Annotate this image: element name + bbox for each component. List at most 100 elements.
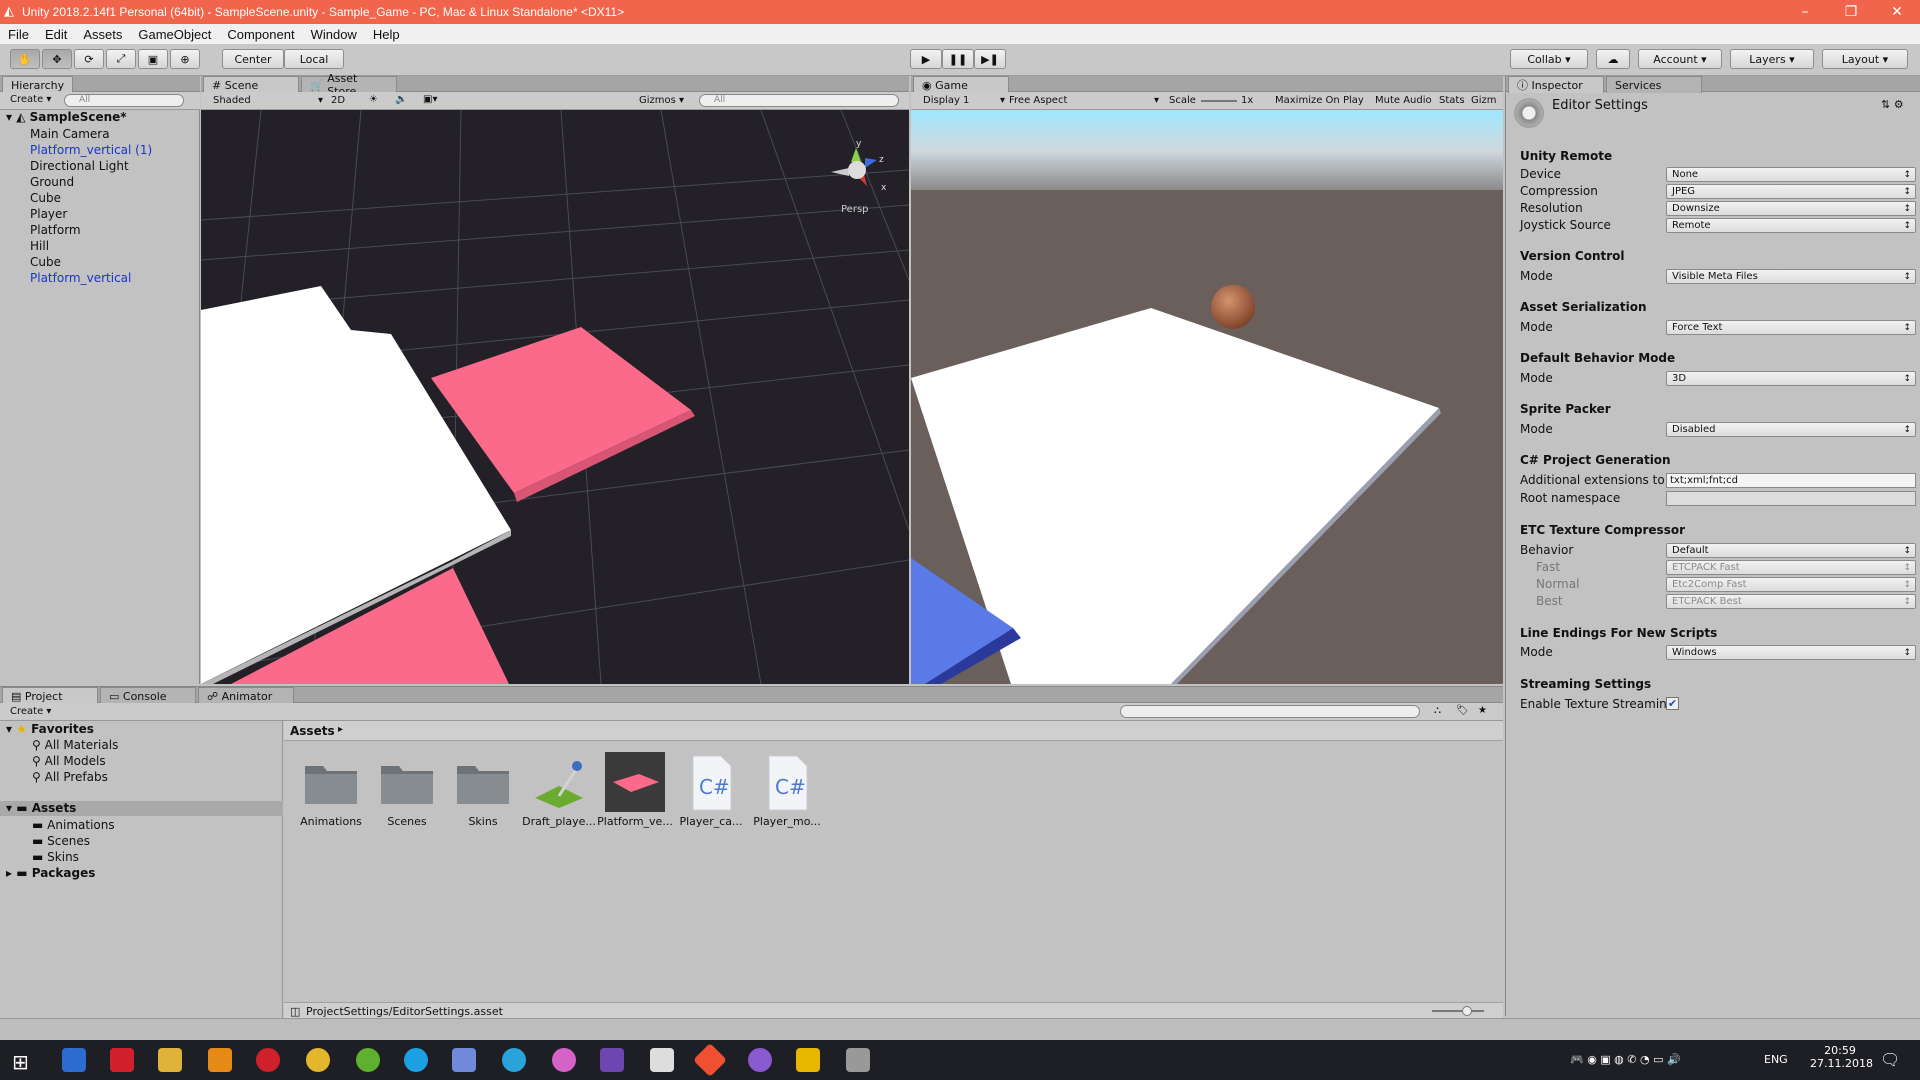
mute-audio-toggle[interactable]: Mute Audio xyxy=(1375,95,1432,106)
tab-hierarchy[interactable]: Hierarchy xyxy=(2,76,74,93)
shading-dropdown[interactable]: Shaded ▾ xyxy=(213,95,323,106)
play-button[interactable]: ▶ xyxy=(910,49,942,69)
hierarchy-create-dropdown[interactable]: Create ▾ xyxy=(10,94,51,105)
rotate-tool-button[interactable]: ⟳ xyxy=(74,49,104,69)
filter-by-label-icon[interactable]: 🏷 xyxy=(1456,705,1469,716)
project-create-dropdown[interactable]: Create ▾ xyxy=(10,706,51,717)
compression-dropdown[interactable]: JPEG xyxy=(1666,184,1916,199)
aspect-dropdown[interactable]: Free Aspect ▾ xyxy=(1009,95,1159,106)
windows-start-icon[interactable]: ⊞ xyxy=(12,1050,29,1074)
hierarchy-item[interactable]: Cube xyxy=(30,255,61,269)
display-dropdown[interactable]: Display 1 ▾ xyxy=(923,95,1005,106)
resolution-dropdown[interactable]: Downsize xyxy=(1666,201,1916,216)
joystick-dropdown[interactable]: Remote xyxy=(1666,218,1916,233)
step-button[interactable]: ▶❚ xyxy=(974,49,1006,69)
light-toggle-icon[interactable]: ☀ xyxy=(369,94,378,105)
assets-node[interactable]: ▾ ▬ Assets xyxy=(6,801,76,815)
scene-search-input[interactable]: All xyxy=(699,94,899,107)
vc-mode-dropdown[interactable]: Visible Meta Files xyxy=(1666,269,1916,284)
maximize-button[interactable]: ❐ xyxy=(1828,0,1874,24)
close-button[interactable]: ✕ xyxy=(1874,0,1920,24)
hierarchy-item[interactable]: Platform_vertical (1) xyxy=(30,143,152,157)
system-tray-icons[interactable]: 🎮 ◉ ▣ ◍ ✆ ◔ ▭ 🔊 xyxy=(1570,1053,1681,1066)
asset-item[interactable]: Platform_ve... xyxy=(597,752,673,828)
menu-file[interactable]: File xyxy=(0,27,37,42)
skype-icon[interactable] xyxy=(404,1048,428,1072)
stats-toggle[interactable]: Stats xyxy=(1439,95,1465,106)
opera-icon[interactable] xyxy=(256,1048,280,1072)
fav-item[interactable]: ⚲ All Models xyxy=(32,754,106,768)
favorites-node[interactable]: ▾ ★ Favorites xyxy=(6,722,94,736)
sublime-icon[interactable] xyxy=(208,1048,232,1072)
maximize-on-play-toggle[interactable]: Maximize On Play xyxy=(1275,95,1364,106)
tab-console[interactable]: ▭ Console xyxy=(100,687,196,704)
scale-slider[interactable] xyxy=(1201,100,1237,102)
asset-item[interactable]: Skins xyxy=(445,752,521,828)
tab-scene[interactable]: # Scene xyxy=(203,76,299,93)
breadcrumb-assets[interactable]: Assets xyxy=(290,724,335,738)
fav-item[interactable]: ⚲ All Prefabs xyxy=(32,770,108,784)
behavior-dropdown[interactable]: Default xyxy=(1666,543,1916,558)
hierarchy-search-input[interactable]: All xyxy=(64,94,184,107)
hierarchy-item[interactable]: Hill xyxy=(30,239,49,253)
transform-tool-button[interactable]: ⊕ xyxy=(170,49,200,69)
rect-tool-button[interactable]: ▣ xyxy=(138,49,168,69)
hierarchy-item[interactable]: Main Camera xyxy=(30,127,110,141)
pivot-local-button[interactable]: Local xyxy=(284,49,344,69)
icon-size-slider-thumb[interactable] xyxy=(1462,1006,1472,1016)
hierarchy-item[interactable]: Ground xyxy=(30,175,74,189)
hierarchy-item[interactable]: Platform_vertical xyxy=(30,271,131,285)
git-icon[interactable] xyxy=(693,1043,727,1077)
app-icon[interactable] xyxy=(846,1048,870,1072)
device-dropdown[interactable]: None xyxy=(1666,167,1916,182)
menu-gameobject[interactable]: GameObject xyxy=(130,27,219,42)
app-icon[interactable] xyxy=(748,1048,772,1072)
tab-animator[interactable]: ☍ Animator xyxy=(198,687,294,704)
file-explorer-icon[interactable] xyxy=(158,1048,182,1072)
asset-folder-item[interactable]: ▬ Scenes xyxy=(32,834,90,848)
visual-studio-icon[interactable] xyxy=(600,1048,624,1072)
layers-button[interactable]: Layers ▾ xyxy=(1730,49,1814,69)
scene-viewport[interactable]: y z x Persp xyxy=(201,110,909,684)
asset-item[interactable]: Draft_playe... xyxy=(521,752,597,828)
clock[interactable]: 20:59 27.11.2018 xyxy=(1810,1044,1873,1070)
tab-inspector[interactable]: ⓘ Inspector xyxy=(1508,76,1604,93)
packages-node[interactable]: ▸ ▬ Packages xyxy=(6,866,95,880)
icon-size-slider[interactable] xyxy=(1432,1010,1484,1012)
account-button[interactable]: Account ▾ xyxy=(1638,49,1722,69)
tab-services[interactable]: Services xyxy=(1606,76,1702,93)
hierarchy-item[interactable]: Cube xyxy=(30,191,61,205)
utorrent-icon[interactable] xyxy=(356,1048,380,1072)
pivot-center-button[interactable]: Center xyxy=(222,49,284,69)
asset-item[interactable]: C# Player_ca... xyxy=(673,752,749,828)
pause-button[interactable]: ❚❚ xyxy=(942,49,974,69)
sp-mode-dropdown[interactable]: Disabled xyxy=(1666,422,1916,437)
layout-button[interactable]: Layout ▾ xyxy=(1822,49,1908,69)
tab-game[interactable]: ◉ Game xyxy=(913,76,1009,93)
mode-2d-toggle[interactable]: 2D xyxy=(331,95,345,106)
audio-toggle-icon[interactable]: 🔈 xyxy=(395,94,407,105)
le-mode-dropdown[interactable]: Windows xyxy=(1666,645,1916,660)
db-mode-dropdown[interactable]: 3D xyxy=(1666,371,1916,386)
scale-tool-button[interactable]: ⤢ xyxy=(106,49,136,69)
root-namespace-input[interactable] xyxy=(1666,491,1916,506)
game-viewport[interactable] xyxy=(911,110,1503,684)
favorite-star-icon[interactable]: ★ xyxy=(1478,705,1487,716)
game-gizmos-toggle[interactable]: Gizm xyxy=(1471,95,1497,106)
collab-button[interactable]: Collab ▾ xyxy=(1510,49,1588,69)
itunes-icon[interactable] xyxy=(552,1048,576,1072)
tab-project[interactable]: ▤ Project xyxy=(2,687,98,704)
minimize-button[interactable]: – xyxy=(1782,0,1828,24)
hand-tool-button[interactable]: ✋ xyxy=(10,49,40,69)
inspector-options-icon[interactable]: ⇅ ⚙ xyxy=(1881,98,1904,111)
effects-toggle-icon[interactable]: ▣▾ xyxy=(423,94,437,105)
asset-item[interactable]: Animations xyxy=(293,752,369,828)
additional-extensions-input[interactable]: txt;xml;fnt;cd xyxy=(1666,473,1916,488)
texture-streaming-checkbox[interactable]: ✔ xyxy=(1666,697,1679,710)
menu-component[interactable]: Component xyxy=(219,27,302,42)
language-indicator[interactable]: ENG xyxy=(1764,1053,1788,1066)
gizmos-dropdown[interactable]: Gizmos ▾ xyxy=(639,95,684,106)
menu-help[interactable]: Help xyxy=(365,27,408,42)
hierarchy-item[interactable]: Platform xyxy=(30,223,81,237)
persp-label[interactable]: Persp xyxy=(841,204,869,215)
